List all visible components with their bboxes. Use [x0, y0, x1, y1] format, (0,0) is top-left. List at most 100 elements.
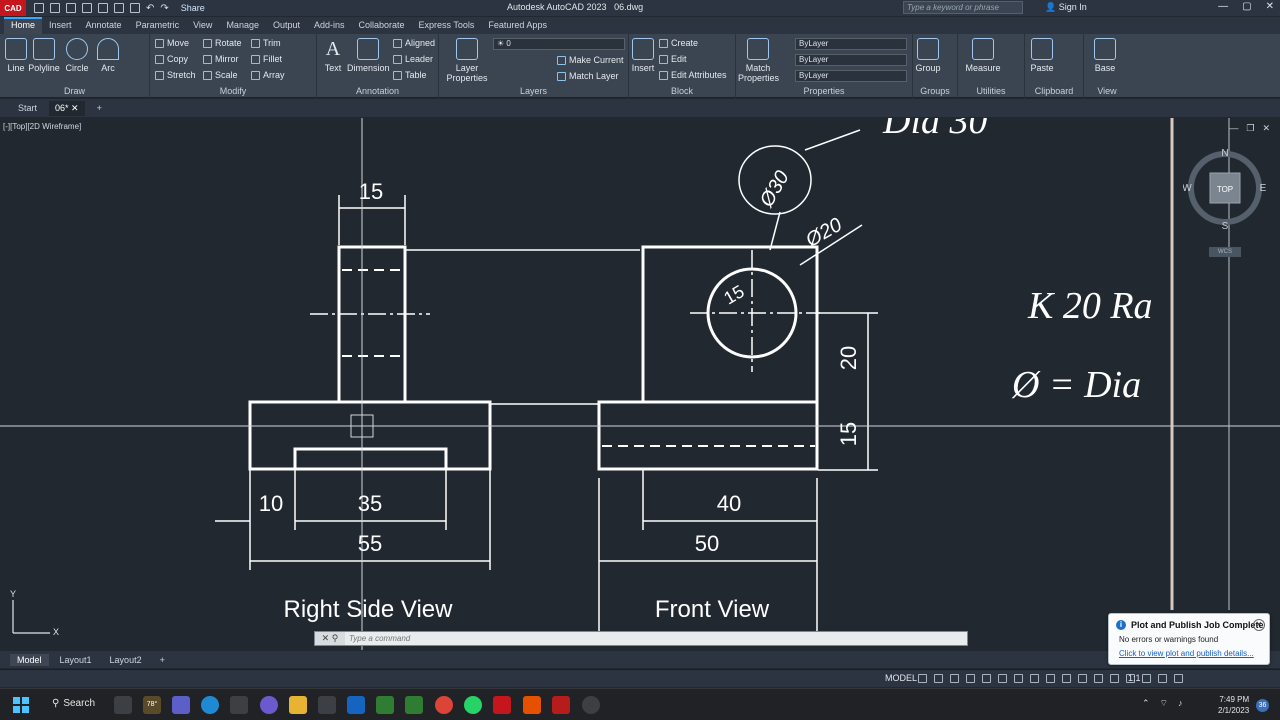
trim-button[interactable]: Trim — [251, 38, 281, 48]
tab-layout2[interactable]: Layout2 — [103, 654, 149, 666]
paste-button[interactable]: Paste — [1022, 38, 1062, 73]
close-icon[interactable]: ✕ — [1266, 1, 1274, 12]
tab-model[interactable]: Model — [10, 653, 49, 666]
open-icon[interactable] — [50, 3, 60, 13]
maximize-icon[interactable]: ▢ — [1242, 1, 1251, 12]
tab-insert[interactable]: Insert — [42, 17, 79, 34]
clipboard-panel-label[interactable]: Clipboard — [1025, 86, 1083, 96]
settings-icon[interactable] — [230, 696, 248, 714]
tab-manage[interactable]: Manage — [219, 17, 266, 34]
fullscreen-icon[interactable] — [1158, 674, 1167, 683]
taskbar-search[interactable]: ⚲ Search — [52, 698, 95, 709]
edit-attributes-button[interactable]: Edit Attributes — [659, 70, 727, 80]
weather-icon[interactable]: 78° — [143, 696, 161, 714]
notification-link[interactable]: Click to view plot and publish details..… — [1119, 649, 1254, 658]
notification-close-icon[interactable]: ✕ — [1253, 619, 1265, 631]
windows-start-icon[interactable] — [13, 697, 29, 713]
group-button[interactable]: Group — [913, 38, 943, 73]
stretch-button[interactable]: Stretch — [155, 70, 196, 80]
close-tab-icon[interactable]: ✕ — [71, 103, 79, 113]
drawing-viewport[interactable]: [-][Top][2D Wireframe] — ❐ ✕ Y X 15 20 1… — [0, 118, 1280, 650]
autocad-logo[interactable]: CAD — [0, 0, 26, 16]
app-icon[interactable] — [260, 696, 278, 714]
tray-chevron-icon[interactable]: ⌃ — [1142, 698, 1150, 709]
base-button[interactable]: Base — [1085, 38, 1125, 73]
tab-drawing[interactable]: 06* ✕ — [49, 100, 85, 116]
task-view-icon[interactable] — [114, 696, 132, 714]
app-3b-icon[interactable] — [405, 696, 423, 714]
viewcube[interactable]: TOP N S E W — [1183, 146, 1267, 230]
ortho-icon[interactable] — [950, 674, 959, 683]
polar-icon[interactable] — [966, 674, 975, 683]
notification-badge[interactable]: 36 — [1256, 699, 1269, 712]
tab-home[interactable]: Home — [4, 17, 43, 34]
move-button[interactable]: Move — [155, 38, 189, 48]
linetype-dropdown[interactable]: ByLayer — [795, 54, 907, 66]
utilities-panel-label[interactable]: Utilities — [958, 86, 1024, 96]
draw-panel-label[interactable]: Draw — [0, 86, 149, 96]
edge-icon[interactable] — [201, 696, 219, 714]
dimension-button[interactable]: Dimension — [347, 38, 390, 73]
tab-annotate[interactable]: Annotate — [79, 17, 129, 34]
copy-button[interactable]: Copy — [155, 54, 188, 64]
share-button[interactable]: Share — [181, 3, 205, 13]
create-block-button[interactable]: Create — [659, 38, 698, 48]
undo-icon[interactable]: ↶ — [146, 3, 154, 14]
annotation-scale-icon[interactable] — [1062, 674, 1071, 683]
volume-icon[interactable]: ♪ — [1178, 698, 1183, 709]
compass-s[interactable]: S — [1222, 221, 1229, 230]
scale-readout[interactable]: 1:1 — [1128, 673, 1141, 683]
wcs-menu[interactable]: WCS — [1209, 247, 1241, 257]
modify-panel-label[interactable]: Modify — [150, 86, 316, 96]
units-icon[interactable] — [1110, 674, 1119, 683]
mirror-button[interactable]: Mirror — [203, 54, 239, 64]
insert-button[interactable]: Insert — [628, 38, 658, 73]
acrobat-icon[interactable] — [552, 696, 570, 714]
view-panel-label[interactable]: View — [1084, 86, 1130, 96]
chrome-icon[interactable] — [435, 696, 453, 714]
help-search-input[interactable]: Type a keyword or phrase — [903, 1, 1023, 14]
store-icon[interactable] — [318, 696, 336, 714]
viewcube-top[interactable]: TOP — [1217, 185, 1233, 194]
arc-button[interactable]: Arc — [88, 38, 128, 73]
file-explorer-icon[interactable] — [289, 696, 307, 714]
new-icon[interactable] — [34, 3, 44, 13]
cloud-save-icon[interactable] — [114, 3, 124, 13]
autocad-taskbar-icon[interactable] — [493, 696, 511, 714]
annotation-visibility-icon[interactable] — [1078, 674, 1087, 683]
grid-icon[interactable] — [918, 674, 927, 683]
measure-button[interactable]: Measure — [963, 38, 1003, 73]
tab-layout1[interactable]: Layout1 — [53, 654, 99, 666]
tab-add-ins[interactable]: Add-ins — [307, 17, 352, 34]
array-button[interactable]: Array — [251, 70, 285, 80]
lineweight-icon[interactable] — [1014, 674, 1023, 683]
tab-parametric[interactable]: Parametric — [129, 17, 187, 34]
cloud-open-icon[interactable] — [98, 3, 108, 13]
transparency-icon[interactable] — [1030, 674, 1039, 683]
make-current-button[interactable]: Make Current — [557, 55, 624, 65]
scale-button[interactable]: Scale — [203, 70, 238, 80]
match-properties-button[interactable]: Match Properties — [738, 38, 779, 83]
tab-view[interactable]: View — [186, 17, 219, 34]
mail-icon[interactable] — [347, 696, 365, 714]
save-icon[interactable] — [66, 3, 76, 13]
new-tab-button[interactable]: + — [91, 101, 108, 115]
tab-start[interactable]: Start — [12, 101, 43, 115]
network-icon[interactable]: ⌔ — [1160, 698, 1168, 709]
fillet-button[interactable]: Fillet — [251, 54, 282, 64]
workspace-icon[interactable] — [1094, 674, 1103, 683]
customize-icon[interactable] — [1174, 674, 1183, 683]
app-3-icon[interactable] — [376, 696, 394, 714]
lineweight-dropdown[interactable]: ByLayer — [795, 70, 907, 82]
compass-e[interactable]: E — [1260, 183, 1267, 194]
redo-icon[interactable]: ↷ — [160, 3, 168, 14]
groups-panel-label[interactable]: Groups — [913, 86, 957, 96]
leader-button[interactable]: Leader — [393, 54, 433, 64]
edit-block-button[interactable]: Edit — [659, 54, 687, 64]
tab-express-tools[interactable]: Express Tools — [412, 17, 482, 34]
app-circle-icon[interactable] — [582, 696, 600, 714]
hardware-icon[interactable] — [1142, 674, 1151, 683]
layers-panel-label[interactable]: Layers — [439, 86, 628, 96]
rotate-button[interactable]: Rotate — [203, 38, 242, 48]
osnap-icon[interactable] — [982, 674, 991, 683]
